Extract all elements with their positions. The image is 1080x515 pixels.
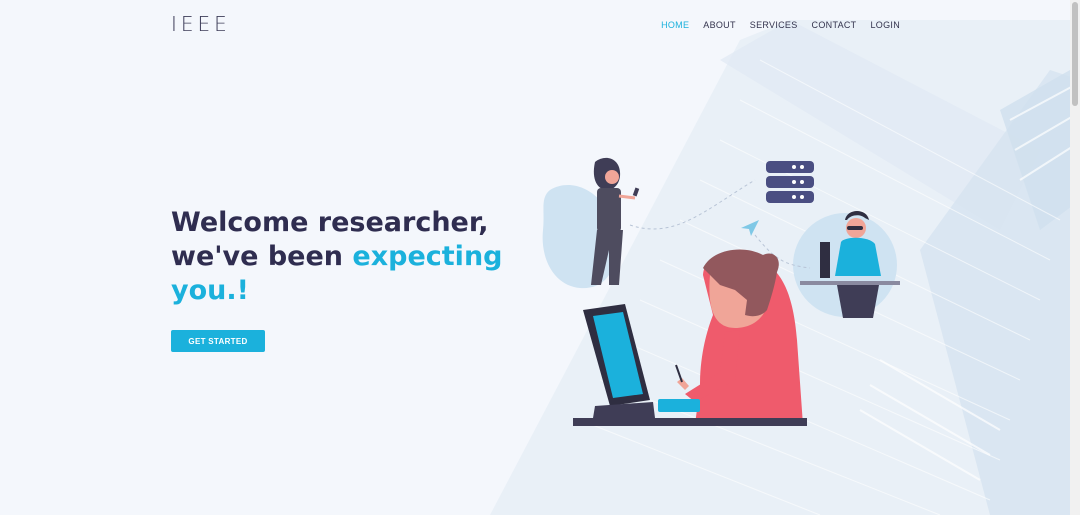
- nav-home-link[interactable]: HOME: [661, 20, 689, 30]
- hero-illustration: [542, 157, 900, 426]
- vertical-scrollbar[interactable]: [1070, 0, 1080, 515]
- nav-login-link[interactable]: LOGIN: [870, 20, 900, 30]
- hero-heading-accent-2: you.!: [171, 275, 249, 306]
- hero-heading: Welcome researcher, we've been expecting…: [171, 206, 511, 308]
- scrollbar-thumb[interactable]: [1072, 2, 1078, 106]
- hero-heading-line1: Welcome researcher,: [171, 207, 489, 238]
- hero-heading-line2: we've been: [171, 241, 353, 272]
- site-logo[interactable]: IEEE: [171, 12, 231, 36]
- get-started-button[interactable]: GET STARTED: [171, 330, 265, 352]
- top-navigation-bar: IEEE HOME ABOUT SERVICES CONTACT LOGIN: [0, 0, 1070, 50]
- standing-woman-figure: [591, 157, 640, 285]
- server-stack-icon: [766, 161, 814, 203]
- nav-contact-link[interactable]: CONTACT: [812, 20, 857, 30]
- nav-about-link[interactable]: ABOUT: [703, 20, 736, 30]
- main-nav: HOME ABOUT SERVICES CONTACT LOGIN: [647, 20, 900, 30]
- hero-heading-accent-1: expecting: [352, 241, 503, 272]
- woman-at-computer-figure: [658, 249, 803, 425]
- nav-services-link[interactable]: SERVICES: [750, 20, 798, 30]
- paper-plane-icon: [741, 220, 759, 236]
